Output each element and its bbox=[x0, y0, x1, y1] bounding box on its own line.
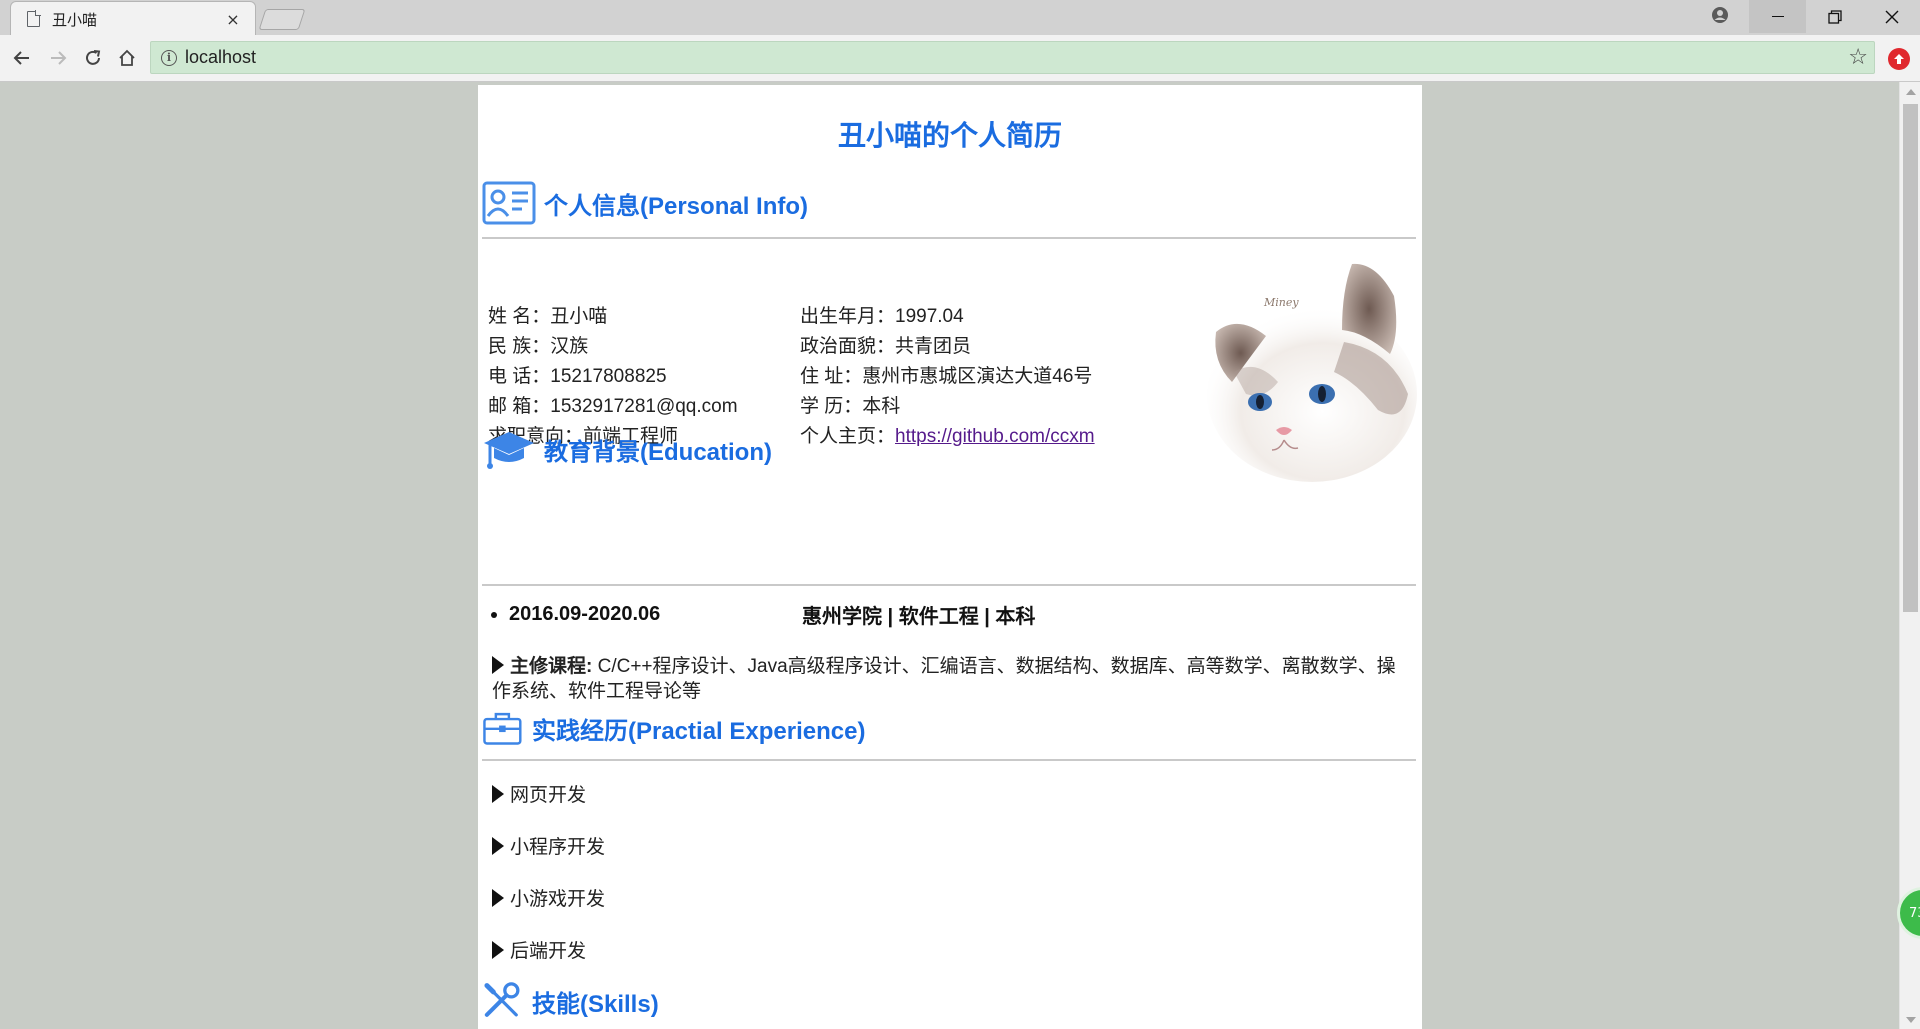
browser-toolbar: i localhost ☆ bbox=[0, 35, 1920, 82]
url-text: localhost bbox=[185, 47, 257, 67]
info-address: 住 址：惠州市惠城区演达大道46号 bbox=[800, 366, 1093, 387]
info-phone: 电 话：15217808825 bbox=[488, 366, 667, 387]
education-school: 惠州学院 | 软件工程 | 本科 bbox=[802, 606, 1036, 628]
triangle-right-icon bbox=[492, 656, 504, 674]
back-button[interactable] bbox=[9, 45, 35, 71]
tab-bar: 丑小喵 × bbox=[0, 0, 1920, 36]
info-name: 姓 名：丑小喵 bbox=[488, 306, 608, 327]
back-arrow-icon bbox=[13, 51, 29, 65]
experience-label: 小游戏开发 bbox=[510, 889, 606, 910]
bookmark-star-icon[interactable]: ☆ bbox=[1848, 45, 1868, 70]
info-birth: 出生年月：1997.04 bbox=[800, 306, 964, 327]
id-card-icon bbox=[482, 181, 536, 225]
scroll-thumb[interactable] bbox=[1903, 104, 1918, 612]
extension-icon[interactable] bbox=[1888, 48, 1910, 70]
info-ethnicity: 民 族：汉族 bbox=[488, 336, 589, 357]
account-icon[interactable] bbox=[1710, 5, 1730, 25]
browser-tab[interactable]: 丑小喵 × bbox=[10, 1, 256, 36]
close-icon bbox=[1885, 10, 1898, 23]
resume-page: 丑小喵的个人简历 个人信息(Personal Info) 姓 名：丑小喵 民 族… bbox=[478, 85, 1422, 1029]
profile-photo: Miney bbox=[1207, 263, 1417, 482]
info-degree: 学 历：本科 bbox=[800, 396, 901, 417]
address-bar[interactable]: i localhost ☆ bbox=[150, 41, 1875, 74]
tab-title: 丑小喵 bbox=[52, 10, 98, 29]
minimize-icon bbox=[1771, 15, 1784, 18]
info-email: 邮 箱：1532917281@qq.com bbox=[488, 396, 738, 417]
education-entry: 2016.09-2020.06 惠州学院 | 软件工程 | 本科 bbox=[491, 600, 1035, 629]
courses-label: 主修课程: bbox=[510, 656, 593, 677]
page-title: 丑小喵的个人简历 bbox=[837, 120, 1062, 151]
scroll-up-arrow-icon[interactable] bbox=[1906, 89, 1916, 95]
skills-header: 技能(Skills) bbox=[482, 978, 659, 1024]
personal-info-title: 个人信息(Personal Info) bbox=[544, 192, 809, 220]
restore-icon bbox=[1827, 9, 1842, 24]
experience-title: 实践经历(Practial Experience) bbox=[532, 717, 866, 745]
new-tab-button[interactable] bbox=[258, 9, 306, 30]
upload-arrow-icon bbox=[1894, 54, 1904, 64]
personal-info-header: 个人信息(Personal Info) bbox=[482, 180, 808, 226]
experience-label: 小程序开发 bbox=[510, 837, 606, 858]
section-divider bbox=[482, 584, 1416, 586]
courses-list: C/C++程序设计、Java高级程序设计、汇编语言、数据结构、数据库、高等数学、… bbox=[492, 656, 1396, 702]
bullet-icon bbox=[491, 611, 497, 618]
skills-title: 技能(Skills) bbox=[532, 990, 659, 1018]
reload-icon bbox=[86, 50, 101, 65]
info-political: 政治面貌：共青团员 bbox=[800, 336, 972, 357]
forward-arrow-icon bbox=[51, 51, 67, 65]
experience-label: 网页开发 bbox=[510, 785, 587, 806]
education-title: 教育背景(Education) bbox=[544, 438, 772, 466]
forward-button[interactable] bbox=[45, 45, 71, 71]
section-divider bbox=[482, 759, 1416, 761]
experience-item-miniprogram[interactable]: 小程序开发 bbox=[492, 832, 605, 859]
restore-button[interactable] bbox=[1806, 0, 1863, 33]
courses-text: 主修课程: C/C++程序设计、Java高级程序设计、汇编语言、数据结构、数据库… bbox=[492, 654, 1412, 704]
education-header: 教育背景(Education) bbox=[482, 426, 772, 472]
tools-icon bbox=[484, 982, 520, 1017]
triangle-right-icon bbox=[492, 836, 504, 855]
triangle-right-icon bbox=[492, 888, 504, 907]
section-divider bbox=[482, 237, 1416, 239]
graduation-cap-icon bbox=[484, 432, 534, 469]
briefcase-icon bbox=[483, 712, 522, 745]
experience-item-minigame[interactable]: 小游戏开发 bbox=[492, 884, 605, 911]
home-button[interactable] bbox=[114, 45, 140, 71]
homepage-label: 个人主页： bbox=[800, 426, 896, 447]
experience-label: 后端开发 bbox=[510, 941, 587, 962]
minimize-button[interactable] bbox=[1749, 0, 1806, 33]
page-icon bbox=[27, 10, 41, 27]
tab-close-icon[interactable]: × bbox=[225, 10, 241, 29]
triangle-right-icon bbox=[492, 784, 504, 803]
experience-item-backend[interactable]: 后端开发 bbox=[492, 936, 586, 963]
close-window-button[interactable] bbox=[1863, 0, 1920, 33]
info-homepage: 个人主页：https://github.com/ccxm bbox=[800, 421, 1095, 448]
experience-header: 实践经历(Practial Experience) bbox=[482, 705, 865, 751]
education-date: 2016.09-2020.06 bbox=[509, 603, 661, 625]
svg-text:Miney: Miney bbox=[1263, 296, 1299, 309]
home-icon bbox=[119, 49, 135, 66]
experience-item-web[interactable]: 网页开发 bbox=[492, 780, 586, 807]
scroll-down-arrow-icon[interactable] bbox=[1906, 1017, 1916, 1023]
homepage-link[interactable]: https://github.com/ccxm bbox=[895, 426, 1095, 447]
triangle-right-icon bbox=[492, 940, 504, 959]
site-info-icon[interactable]: i bbox=[161, 49, 177, 66]
reload-button[interactable] bbox=[80, 45, 106, 71]
